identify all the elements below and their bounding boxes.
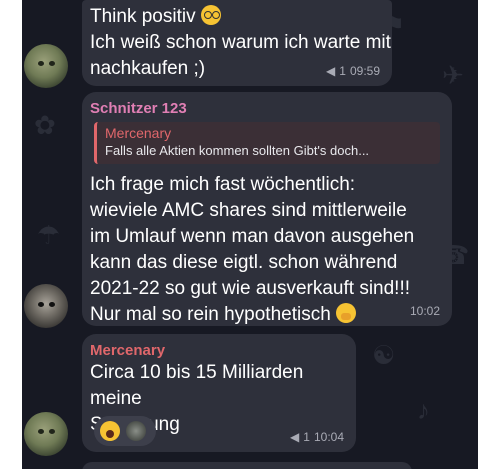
message-meta: ◀ 1 09:59 <box>326 64 380 78</box>
sender-name[interactable]: Schnitzer 123 <box>90 100 187 117</box>
message-text-line: 2021-22 so gut wie ausverkauft sind!!! <box>90 278 411 299</box>
message-text-line: wieviele AMC shares sind mittlerweile <box>90 200 407 221</box>
avatar[interactable] <box>24 44 68 88</box>
message-time: 10:04 <box>313 430 344 444</box>
reply-count: 1 <box>303 430 310 444</box>
message-bubble[interactable]: Mercenary Circa 10 bis 15 Milliarden mei… <box>82 334 356 452</box>
message-text-line: Nur mal so rein hypothetisch <box>90 302 414 328</box>
sender-name[interactable]: Mercenary <box>90 342 165 359</box>
message-bubble[interactable]: Think positiv Ich weiß schon warum ich w… <box>82 0 392 86</box>
doodle-icon: ✿ <box>34 110 56 140</box>
avatar[interactable] <box>24 284 68 328</box>
reply-count-icon[interactable]: ◀ <box>290 430 299 444</box>
reaction-avatar <box>126 421 146 441</box>
message-meta: ◀ 1 10:04 <box>290 430 344 444</box>
quote-text: Falls alle Aktien kommen sollten Gibt's … <box>105 143 370 158</box>
face-with-hand-over-mouth-emoji <box>336 303 357 323</box>
message-text-line: Ich frage mich fast wöchentlich: <box>90 174 356 195</box>
screaming-face-emoji <box>100 421 120 441</box>
doodle-icon: ☯ <box>372 340 396 370</box>
reply-count-icon[interactable]: ◀ <box>326 64 335 78</box>
doodle-icon: ☂ <box>37 220 61 250</box>
avatar[interactable] <box>24 412 68 456</box>
reply-count: 1 <box>339 64 346 78</box>
message-meta: 10:02 <box>410 304 440 318</box>
nerd-face-emoji <box>200 5 221 25</box>
chat-area: ✿ ☂ ✈ ☎ ♥ ☯ ♪ ☁ ⚑ Think positiv Ich weiß… <box>22 0 478 469</box>
message-time: 10:02 <box>409 304 440 318</box>
message-text-line: Ich weiß schon warum ich warte mit <box>90 32 391 53</box>
quoted-reply[interactable]: Mercenary Falls alle Aktien kommen sollt… <box>94 122 440 164</box>
message-text-line: im Umlauf wenn man davon ausgehen <box>90 226 415 247</box>
message-text-line: kann das diese eigtl. schon während <box>90 252 398 273</box>
reaction-pill[interactable] <box>94 416 156 446</box>
message-text-line: Think positiv <box>90 4 391 30</box>
quote-author: Mercenary <box>105 125 172 141</box>
message-bubble[interactable]: Schnitzer 123 Mercenary Falls alle Aktie… <box>82 92 452 326</box>
message-time: 09:59 <box>349 64 380 78</box>
message-text-line: Circa 10 bis 15 Milliarden meine <box>90 362 304 409</box>
doodle-icon: ♪ <box>417 395 430 425</box>
message-bubble-partial <box>82 462 412 469</box>
doodle-icon: ✈ <box>442 60 464 90</box>
